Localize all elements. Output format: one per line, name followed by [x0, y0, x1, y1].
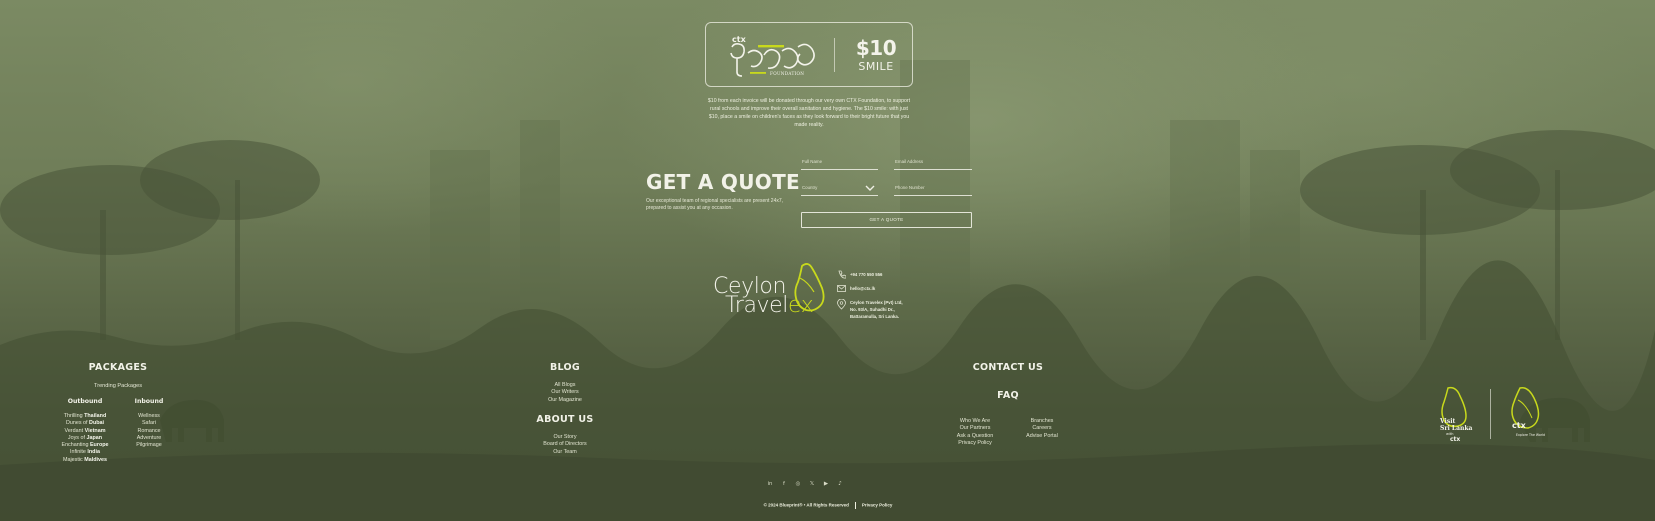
contact-phone-text: +94 770 550 556: [850, 272, 883, 277]
linkedin-icon[interactable]: in: [766, 480, 774, 488]
visit-sri-lanka-badge[interactable]: Visit Sri Lanka with ctx: [1432, 386, 1480, 442]
inbound-item[interactable]: Pilgrimage: [124, 442, 174, 449]
about-title: ABOUT US: [536, 414, 594, 425]
tiktok-icon[interactable]: ♪: [836, 480, 844, 488]
facebook-icon[interactable]: f: [780, 480, 788, 488]
copyright-separator: [854, 502, 856, 509]
outbound-item[interactable]: Verdant Vietnam: [50, 428, 120, 435]
phone-field[interactable]: Phone Number: [894, 183, 972, 196]
quote-subtitle: Our exceptional team of regional special…: [646, 198, 784, 211]
badge-ctx-text: ctx: [1450, 436, 1460, 442]
email-field[interactable]: Email Address: [894, 157, 972, 170]
copyright-bar: © 2024 Blueprint® • All Rights Reserved P…: [690, 502, 966, 509]
faq-right-list: Branches Careers Advise Portal: [1012, 418, 1072, 440]
faq-item[interactable]: Privacy Policy: [945, 440, 1005, 447]
address-line-1: Ceylon Travelex (Pvt) Ltd,: [850, 300, 903, 305]
trending-packages-link[interactable]: Trending Packages: [70, 383, 166, 389]
contact-email[interactable]: hello@ctx.lk: [837, 284, 907, 294]
badge-visit-text: Visit: [1439, 418, 1455, 425]
quote-title: GET A QUOTE: [646, 170, 800, 194]
social-links: in f ◎ 𝕏 ▶ ♪: [766, 480, 844, 490]
outbound-list: Thrilling Thailand Dunes of Dubai Verdan…: [50, 413, 120, 464]
contact-phone[interactable]: +94 770 550 556: [837, 270, 907, 280]
badge-sri-lanka-text: Sri Lanka: [1440, 425, 1472, 432]
inbound-item[interactable]: Wellness: [124, 413, 174, 420]
foundation-divider: [834, 38, 835, 72]
get-quote-button[interactable]: GET A QUOTE: [801, 212, 972, 228]
contact-address: Ceylon Travelex (Pvt) Ltd, No. 93/A, Suh…: [837, 299, 917, 323]
faq-item[interactable]: Branches: [1012, 418, 1072, 425]
faq-item[interactable]: Who We Are: [945, 418, 1005, 425]
privacy-policy-link[interactable]: Privacy Policy: [862, 503, 893, 508]
brand-travel-text: Travel: [725, 293, 788, 318]
email-placeholder: Email Address: [895, 159, 924, 164]
outbound-item[interactable]: Dunes of Dubai: [50, 420, 120, 427]
foundation-card: ctx FOUNDATION $10 SMILE: [705, 22, 913, 87]
faq-item[interactable]: Ask a Question: [945, 433, 1005, 440]
address-line-3: Battaramulla, Sri Lanka.: [850, 314, 899, 319]
inbound-item[interactable]: Safari: [124, 420, 174, 427]
svg-text:ctx: ctx: [732, 35, 747, 44]
blog-list: All Blogs Our Writers Our Magazine: [525, 382, 605, 404]
about-item[interactable]: Our Team: [525, 449, 605, 456]
foundation-description: $10 from each invoice will be donated th…: [707, 98, 911, 128]
badge-tagline-text: Explore The World: [1516, 433, 1545, 437]
ctx-foundation-logo: ctx FOUNDATION: [730, 35, 815, 77]
donation-amount: $10: [855, 36, 897, 60]
ceylon-travelex-logo[interactable]: Ceylon Travelex: [710, 262, 825, 320]
inbound-list: Wellness Safari Romance Adventure Pilgri…: [124, 413, 174, 449]
packages-title: PACKAGES: [88, 362, 148, 373]
blog-item[interactable]: Our Writers: [525, 389, 605, 396]
about-item[interactable]: Board of Directors: [525, 441, 605, 448]
address-line-2: No. 93/A, Suhadhi Dr.,: [850, 307, 895, 312]
phone-placeholder: Phone Number: [895, 185, 925, 190]
outbound-item[interactable]: Majestic Maldives: [50, 457, 120, 464]
outbound-item[interactable]: Joys of Japan: [50, 435, 120, 442]
blog-title: BLOG: [549, 362, 581, 373]
blog-item[interactable]: All Blogs: [525, 382, 605, 389]
faq-item[interactable]: Careers: [1012, 425, 1072, 432]
inbound-title: Inbound: [134, 398, 164, 405]
badges-divider: [1490, 389, 1491, 439]
x-twitter-icon[interactable]: 𝕏: [808, 480, 816, 488]
country-select[interactable]: Country: [801, 183, 878, 196]
inbound-item[interactable]: Adventure: [124, 435, 174, 442]
full-name-field[interactable]: Full Name: [801, 157, 878, 170]
country-placeholder: Country: [802, 185, 818, 190]
ctx-explore-badge[interactable]: ctx Explore The World: [1504, 386, 1548, 440]
full-name-placeholder: Full Name: [802, 159, 823, 164]
chevron-down-icon: [865, 185, 875, 191]
mail-icon: [837, 285, 846, 292]
blog-item[interactable]: Our Magazine: [525, 397, 605, 404]
location-pin-icon: [837, 299, 846, 310]
faq-item[interactable]: Our Partners: [945, 425, 1005, 432]
faq-title[interactable]: FAQ: [960, 390, 1056, 401]
contact-email-text: hello@ctx.lk: [850, 286, 876, 291]
copyright-text: © 2024 Blueprint® • All Rights Reserved: [763, 502, 849, 508]
about-item[interactable]: Our Story: [525, 434, 605, 441]
phone-icon: [838, 270, 846, 279]
sri-lanka-map-icon: [794, 263, 825, 312]
donation-smile-label: SMILE: [858, 60, 894, 73]
outbound-item[interactable]: Enchanting Europe: [50, 442, 120, 449]
badge-ctx2-text: ctx: [1512, 421, 1527, 430]
contact-us-title[interactable]: CONTACT US: [960, 362, 1056, 373]
youtube-icon[interactable]: ▶: [822, 480, 830, 488]
outbound-item[interactable]: Infinite India: [50, 449, 120, 456]
about-list: Our Story Board of Directors Our Team: [525, 434, 605, 456]
outbound-item[interactable]: Thrilling Thailand: [50, 413, 120, 420]
instagram-icon[interactable]: ◎: [794, 480, 802, 488]
faq-item[interactable]: Advise Portal: [1012, 433, 1072, 440]
svg-text:FOUNDATION: FOUNDATION: [770, 71, 804, 76]
inbound-item[interactable]: Romance: [124, 428, 174, 435]
faq-left-list: Who We Are Our Partners Ask a Question P…: [945, 418, 1005, 447]
outbound-title: Outbound: [67, 398, 103, 405]
